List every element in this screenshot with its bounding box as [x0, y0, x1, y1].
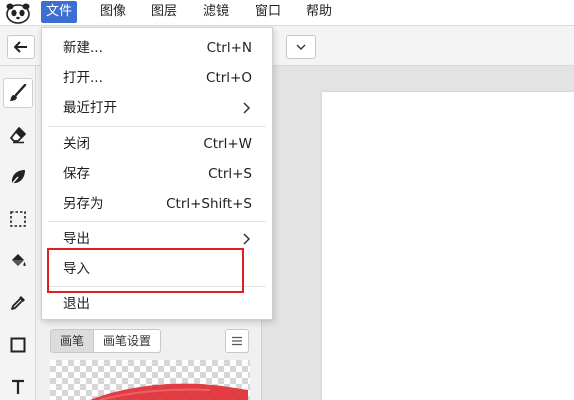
menu-item-open[interactable]: 打开... Ctrl+O — [42, 63, 272, 93]
menu-item-close[interactable]: 关闭 Ctrl+W — [42, 129, 272, 159]
app-logo-icon — [4, 2, 32, 24]
menu-item-shortcut: Ctrl+N — [206, 40, 252, 56]
menu-bar: 文件 图像 图层 滤镜 窗口 帮助 — [0, 0, 574, 26]
brush-icon — [10, 84, 27, 101]
menu-item-label: 关闭 — [63, 136, 90, 152]
brush-panel-tabs: 画笔 画笔设置 — [50, 329, 162, 353]
tab-brush[interactable]: 画笔 — [51, 330, 94, 352]
menu-item-label: 新建... — [63, 40, 103, 56]
text-icon — [12, 379, 24, 394]
eraser-icon — [10, 127, 26, 144]
menu-divider — [48, 126, 266, 127]
menu-item-label: 最近打开 — [63, 100, 117, 116]
paint-bucket-tool[interactable] — [3, 246, 33, 276]
menu-image[interactable]: 图像 — [95, 1, 131, 23]
eyedropper-icon — [11, 296, 25, 310]
eyedropper-tool[interactable] — [3, 288, 33, 318]
menu-divider — [48, 221, 266, 222]
menu-item-label: 导出 — [63, 231, 90, 247]
menu-item-import[interactable]: 导入 — [42, 254, 272, 284]
canvas-workspace — [262, 66, 574, 400]
menu-item-new[interactable]: 新建... Ctrl+N — [42, 33, 272, 63]
menu-window[interactable]: 窗口 — [250, 1, 286, 23]
menu-item-exit[interactable]: 退出 — [42, 289, 272, 319]
menu-item-recent[interactable]: 最近打开 — [42, 93, 272, 123]
menu-item-label: 保存 — [63, 166, 90, 182]
tool-bar — [0, 66, 36, 400]
menu-item-shortcut: Ctrl+S — [208, 166, 252, 182]
leaf-icon — [10, 170, 25, 186]
menu-divider — [48, 286, 266, 287]
text-tool[interactable] — [3, 372, 33, 400]
chevron-down-icon — [296, 44, 306, 50]
paint-bucket-icon — [12, 254, 26, 266]
undo-button[interactable] — [7, 35, 35, 59]
menu-item-save[interactable]: 保存 Ctrl+S — [42, 159, 272, 189]
menu-item-shortcut: Ctrl+Shift+S — [166, 196, 252, 212]
undo-arrow-icon — [14, 41, 27, 53]
marquee-tool[interactable] — [3, 204, 33, 234]
menu-item-shortcut: Ctrl+W — [203, 136, 252, 152]
rectangle-tool[interactable] — [3, 330, 33, 360]
menu-item-label: 导入 — [63, 261, 90, 277]
menu-filter[interactable]: 滤镜 — [198, 1, 234, 23]
menu-item-save-as[interactable]: 另存为 Ctrl+Shift+S — [42, 189, 272, 219]
menu-file[interactable]: 文件 — [41, 1, 78, 23]
tab-brush-settings[interactable]: 画笔设置 — [93, 330, 160, 352]
menu-item-shortcut: Ctrl+O — [206, 70, 252, 86]
menu-item-label: 退出 — [63, 296, 90, 312]
panel-menu-button[interactable] — [225, 329, 249, 353]
chevron-right-icon — [243, 233, 250, 245]
brush-tool[interactable] — [3, 78, 33, 108]
drawing-canvas[interactable] — [322, 92, 574, 400]
leaf-tool[interactable] — [3, 162, 33, 192]
file-menu-dropdown: 新建... Ctrl+N 打开... Ctrl+O 最近打开 关闭 Ctrl+W… — [41, 27, 273, 320]
menu-item-export[interactable]: 导出 — [42, 224, 272, 254]
marquee-select-icon — [10, 211, 26, 227]
menu-layer[interactable]: 图层 — [146, 1, 182, 23]
options-dropdown[interactable] — [286, 35, 316, 59]
menu-help[interactable]: 帮助 — [301, 1, 337, 23]
chevron-right-icon — [243, 102, 250, 114]
hamburger-menu-icon — [232, 336, 242, 346]
brush-stroke-preview — [50, 360, 250, 400]
menu-item-label: 另存为 — [63, 196, 104, 212]
menu-item-label: 打开... — [63, 70, 103, 86]
rectangle-icon — [10, 337, 26, 353]
eraser-tool[interactable] — [3, 120, 33, 150]
